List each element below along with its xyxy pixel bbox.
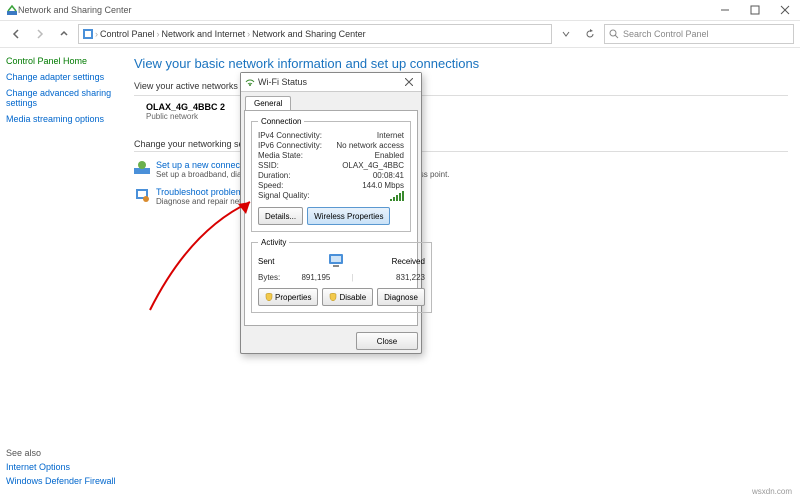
window-title: Network and Sharing Center bbox=[18, 5, 710, 15]
bytes-received-value: 831,223 bbox=[354, 273, 425, 282]
ssid-value: OLAX_4G_4BBC bbox=[342, 161, 404, 170]
sidebar-heading[interactable]: Control Panel Home bbox=[6, 56, 116, 66]
see-also-internet-options[interactable]: Internet Options bbox=[6, 462, 116, 472]
toolbar: › Control Panel › Network and Internet ›… bbox=[0, 21, 800, 48]
up-button[interactable] bbox=[54, 24, 74, 44]
window-titlebar: Network and Sharing Center bbox=[0, 0, 800, 21]
speed-label: Speed: bbox=[258, 181, 283, 190]
back-button[interactable] bbox=[6, 24, 26, 44]
tab-general[interactable]: General bbox=[245, 96, 291, 110]
see-also: See also Internet Options Windows Defend… bbox=[6, 448, 116, 490]
sent-label: Sent bbox=[258, 257, 274, 266]
ipv4-value: Internet bbox=[377, 131, 404, 140]
forward-button[interactable] bbox=[30, 24, 50, 44]
wifi-status-dialog: Wi-Fi Status General Connection IPv4 Con… bbox=[240, 72, 422, 354]
view-networks-label: View your active networks bbox=[134, 81, 788, 91]
bytes-label: Bytes: bbox=[258, 273, 280, 282]
received-label: Received bbox=[392, 257, 425, 266]
properties-button[interactable]: Properties bbox=[258, 288, 318, 306]
close-button[interactable] bbox=[770, 0, 800, 20]
wireless-properties-button[interactable]: Wireless Properties bbox=[307, 207, 390, 225]
duration-label: Duration: bbox=[258, 171, 290, 180]
search-input[interactable]: Search Control Panel bbox=[604, 24, 794, 44]
signal-bars-icon bbox=[390, 191, 404, 201]
task-setup: Set up a new connection or network Set u… bbox=[134, 160, 788, 179]
see-also-heading: See also bbox=[6, 448, 116, 458]
disable-button[interactable]: Disable bbox=[322, 288, 373, 306]
diagnose-button[interactable]: Diagnose bbox=[377, 288, 425, 306]
breadcrumb-item[interactable]: Control Panel bbox=[100, 29, 155, 39]
search-placeholder: Search Control Panel bbox=[623, 29, 709, 39]
signal-quality-label: Signal Quality: bbox=[258, 191, 310, 203]
breadcrumb[interactable]: › Control Panel › Network and Internet ›… bbox=[78, 24, 552, 44]
activity-group: Activity Sent Received Bytes: 891,195 | … bbox=[251, 238, 432, 313]
troubleshoot-icon bbox=[134, 187, 150, 203]
task-troubleshoot: Troubleshoot problems Diagnose and repai… bbox=[134, 187, 788, 206]
shield-icon bbox=[329, 293, 337, 301]
dialog-title: Wi-Fi Status bbox=[258, 77, 401, 87]
search-icon bbox=[609, 29, 619, 39]
change-settings-label: Change your networking settings bbox=[134, 139, 788, 149]
breadcrumb-item[interactable]: Network and Sharing Center bbox=[252, 29, 366, 39]
speed-value: 144.0 Mbps bbox=[362, 181, 404, 190]
ssid-label: SSID: bbox=[258, 161, 279, 170]
media-state-value: Enabled bbox=[375, 151, 404, 160]
connection-legend: Connection bbox=[258, 117, 304, 126]
setup-connection-icon bbox=[134, 160, 150, 176]
dropdown-button[interactable] bbox=[556, 24, 576, 44]
duration-value: 00:08:41 bbox=[373, 171, 404, 180]
activity-legend: Activity bbox=[258, 238, 289, 247]
signal-quality-value bbox=[390, 191, 404, 203]
dialog-titlebar: Wi-Fi Status bbox=[241, 73, 421, 92]
sidebar-item-adapter[interactable]: Change adapter settings bbox=[6, 72, 116, 82]
see-also-firewall[interactable]: Windows Defender Firewall bbox=[6, 476, 116, 486]
sidebar-item-media[interactable]: Media streaming options bbox=[6, 114, 116, 124]
ipv4-label: IPv4 Connectivity: bbox=[258, 131, 322, 140]
shield-icon bbox=[265, 293, 273, 301]
watermark: wsxdn.com bbox=[752, 487, 792, 496]
dialog-close-button[interactable]: Close bbox=[356, 332, 418, 350]
bytes-sent-value: 891,195 bbox=[280, 273, 351, 282]
media-state-label: Media State: bbox=[258, 151, 303, 160]
main-content: View your basic network information and … bbox=[122, 48, 800, 500]
ipv6-label: IPv6 Connectivity: bbox=[258, 141, 322, 150]
details-button[interactable]: Details... bbox=[258, 207, 303, 225]
sidebar-item-sharing[interactable]: Change advanced sharing settings bbox=[6, 88, 116, 108]
activity-icon bbox=[321, 253, 345, 269]
minimize-button[interactable] bbox=[710, 0, 740, 20]
wifi-icon bbox=[245, 77, 255, 87]
connection-group: Connection IPv4 Connectivity: Internet IP… bbox=[251, 117, 411, 232]
refresh-button[interactable] bbox=[580, 24, 600, 44]
maximize-button[interactable] bbox=[740, 0, 770, 20]
page-title: View your basic network information and … bbox=[134, 56, 788, 71]
sidebar: Control Panel Home Change adapter settin… bbox=[0, 48, 122, 500]
breadcrumb-item[interactable]: Network and Internet bbox=[162, 29, 246, 39]
control-panel-icon bbox=[83, 29, 93, 39]
ipv6-value: No network access bbox=[336, 141, 404, 150]
dialog-tabs: General bbox=[241, 92, 421, 110]
dialog-close-icon[interactable] bbox=[401, 74, 417, 90]
app-icon bbox=[6, 4, 18, 16]
